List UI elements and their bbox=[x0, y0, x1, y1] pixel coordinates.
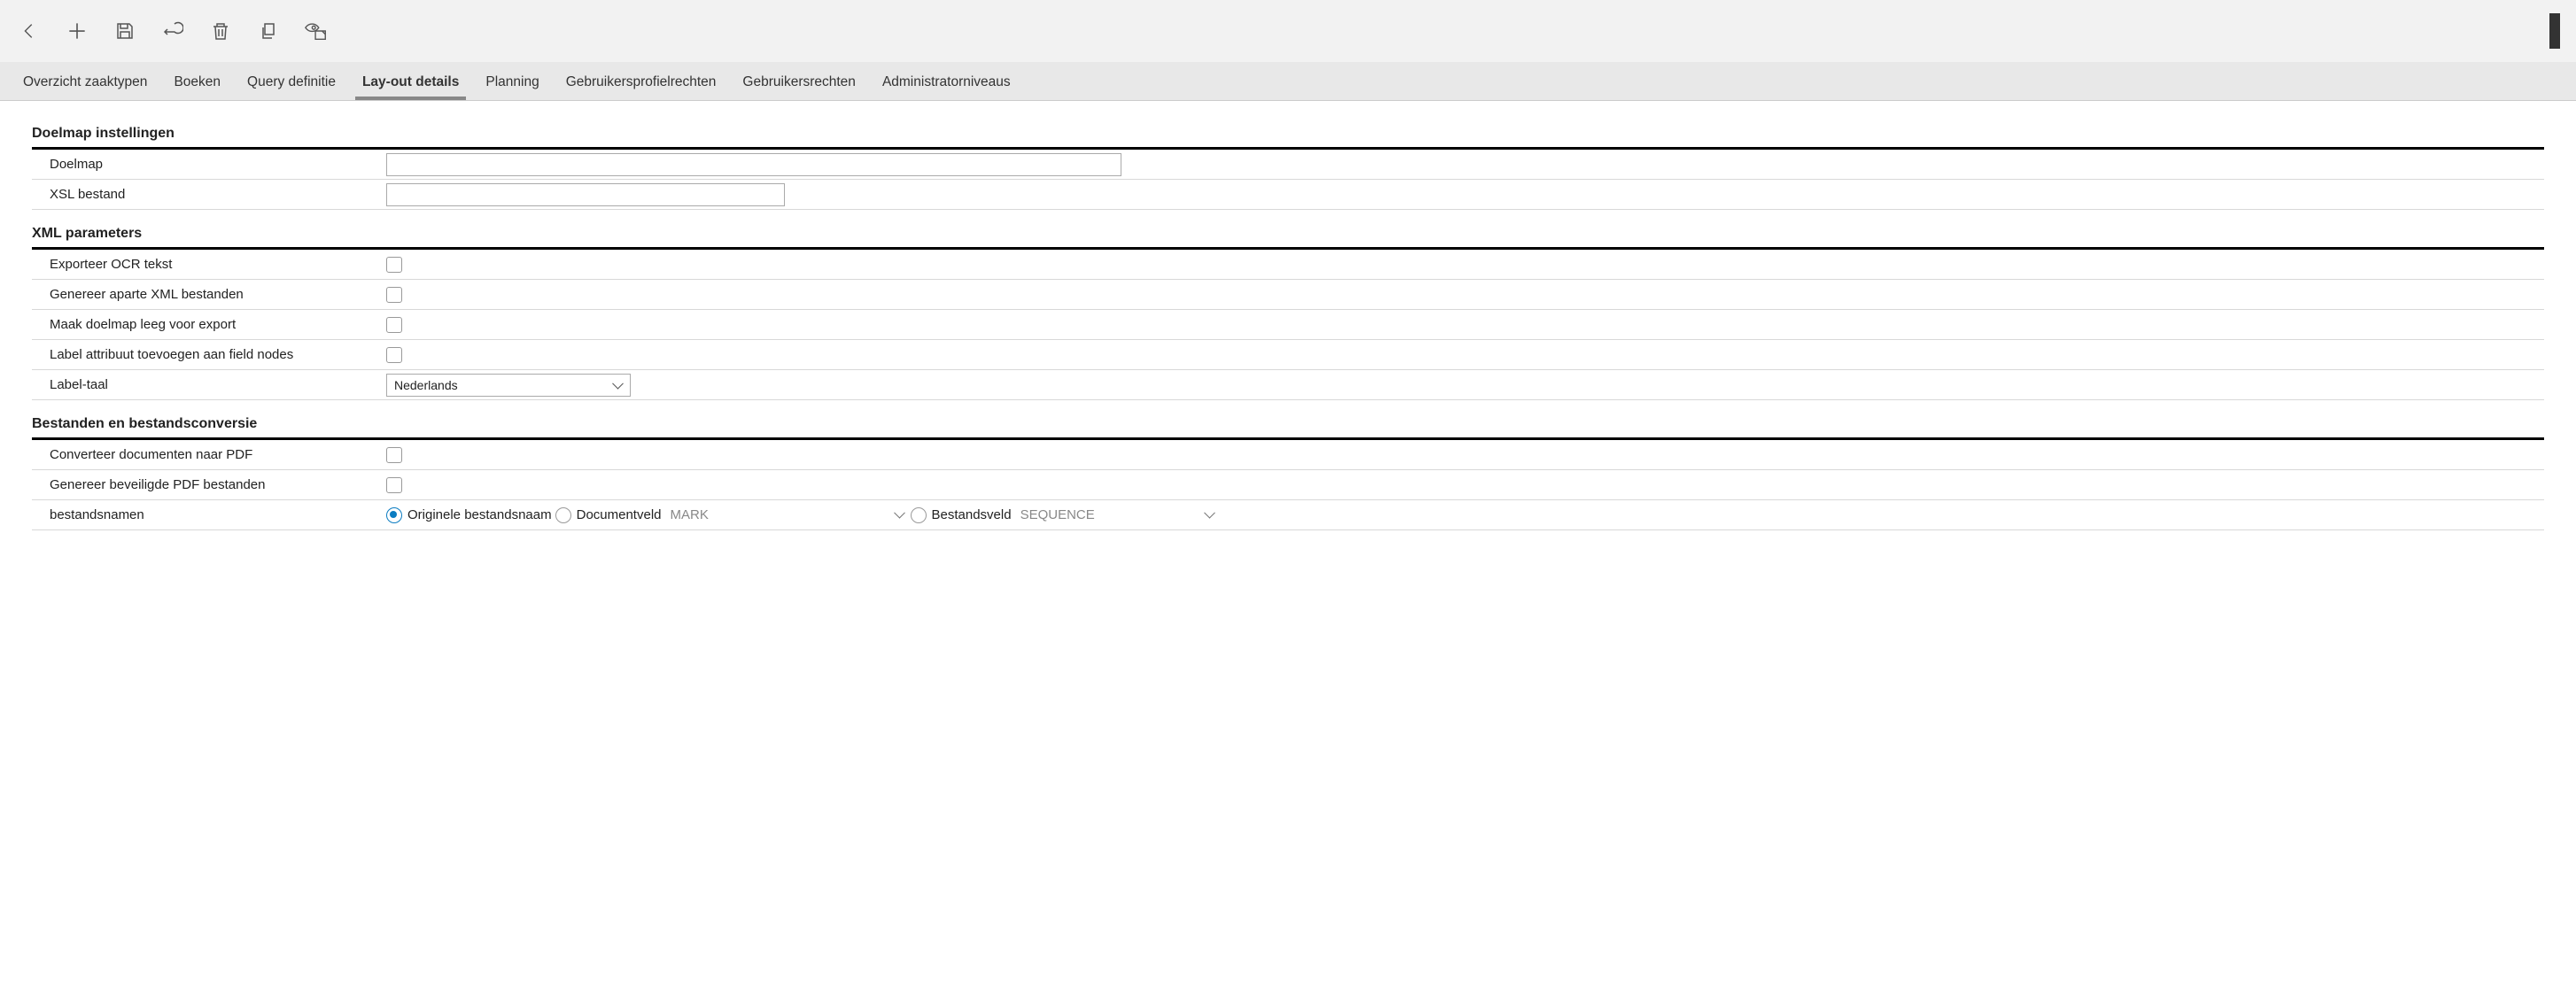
radio-label-filefield: Bestandsveld bbox=[928, 507, 1013, 522]
label-clear-target: Maak doelmap leeg voor export bbox=[32, 317, 386, 332]
checkbox-label-attr[interactable] bbox=[386, 347, 402, 363]
toolbar-right-handle[interactable] bbox=[2549, 13, 2560, 49]
copy-icon[interactable] bbox=[255, 18, 282, 44]
row-secure-pdf: Genereer beveiligde PDF bestanden bbox=[32, 470, 2544, 500]
label-convert-pdf: Converteer documenten naar PDF bbox=[32, 447, 386, 462]
tab-gebruikersrechten[interactable]: Gebruikersrechten bbox=[741, 64, 857, 99]
row-doelmap: Doelmap bbox=[32, 150, 2544, 180]
form-content: Doelmap instellingen Doelmap XSL bestand… bbox=[0, 101, 2576, 546]
row-label-attr: Label attribuut toevoegen aan field node… bbox=[32, 340, 2544, 370]
row-filenames: bestandsnamen Originele bestandsnaam Doc… bbox=[32, 500, 2544, 530]
section-title-files: Bestanden en bestandsconversie bbox=[32, 411, 2544, 440]
row-label-lang: Label-taal Nederlands bbox=[32, 370, 2544, 400]
delete-icon[interactable] bbox=[207, 18, 234, 44]
undo-icon[interactable] bbox=[159, 18, 186, 44]
radio-document-field[interactable] bbox=[555, 507, 571, 523]
label-doelmap: Doelmap bbox=[32, 157, 386, 172]
input-xsl[interactable] bbox=[386, 183, 785, 206]
row-convert-pdf: Converteer documenten naar PDF bbox=[32, 440, 2544, 470]
tab-gebruikersprofielrechten[interactable]: Gebruikersprofielrechten bbox=[564, 64, 718, 99]
checkbox-convert-pdf[interactable] bbox=[386, 447, 402, 463]
radio-label-docfield: Documentveld bbox=[573, 507, 663, 522]
select-label-lang[interactable]: Nederlands bbox=[386, 374, 631, 397]
dropdown-file-field[interactable]: SEQUENCE bbox=[1015, 504, 1219, 527]
tab-layout-details[interactable]: Lay-out details bbox=[361, 64, 461, 99]
row-generate-separate: Genereer aparte XML bestanden bbox=[32, 280, 2544, 310]
label-export-ocr: Exporteer OCR tekst bbox=[32, 257, 386, 272]
save-icon[interactable] bbox=[112, 18, 138, 44]
tab-planning[interactable]: Planning bbox=[484, 64, 540, 99]
tab-administratorniveaus[interactable]: Administratorniveaus bbox=[881, 64, 1013, 99]
radio-original-filename[interactable] bbox=[386, 507, 402, 523]
label-generate-separate: Genereer aparte XML bestanden bbox=[32, 287, 386, 302]
input-doelmap[interactable] bbox=[386, 153, 1121, 176]
preview-icon[interactable] bbox=[303, 18, 330, 44]
tab-query-definitie[interactable]: Query definitie bbox=[245, 64, 338, 99]
label-label-lang: Label-taal bbox=[32, 377, 386, 392]
row-xsl: XSL bestand bbox=[32, 180, 2544, 210]
section-title-doelmap: Doelmap instellingen bbox=[32, 120, 2544, 150]
label-label-attr: Label attribuut toevoegen aan field node… bbox=[32, 347, 386, 362]
label-secure-pdf: Genereer beveiligde PDF bestanden bbox=[32, 477, 386, 492]
checkbox-clear-target[interactable] bbox=[386, 317, 402, 333]
checkbox-export-ocr[interactable] bbox=[386, 257, 402, 273]
tab-bar: Overzicht zaaktypen Boeken Query definit… bbox=[0, 62, 2576, 101]
checkbox-secure-pdf[interactable] bbox=[386, 477, 402, 493]
radio-label-original: Originele bestandsnaam bbox=[404, 507, 554, 522]
row-clear-target: Maak doelmap leeg voor export bbox=[32, 310, 2544, 340]
checkbox-generate-separate[interactable] bbox=[386, 287, 402, 303]
back-icon[interactable] bbox=[16, 18, 43, 44]
tab-boeken[interactable]: Boeken bbox=[172, 64, 222, 99]
add-icon[interactable] bbox=[64, 18, 90, 44]
tab-overzicht-zaaktypen[interactable]: Overzicht zaaktypen bbox=[21, 64, 149, 99]
radio-file-field[interactable] bbox=[911, 507, 927, 523]
toolbar bbox=[0, 0, 2576, 62]
dropdown-document-field[interactable]: MARK bbox=[665, 504, 909, 527]
label-xsl: XSL bestand bbox=[32, 187, 386, 202]
row-export-ocr: Exporteer OCR tekst bbox=[32, 250, 2544, 280]
label-filenames: bestandsnamen bbox=[32, 507, 386, 522]
section-title-xml: XML parameters bbox=[32, 220, 2544, 250]
